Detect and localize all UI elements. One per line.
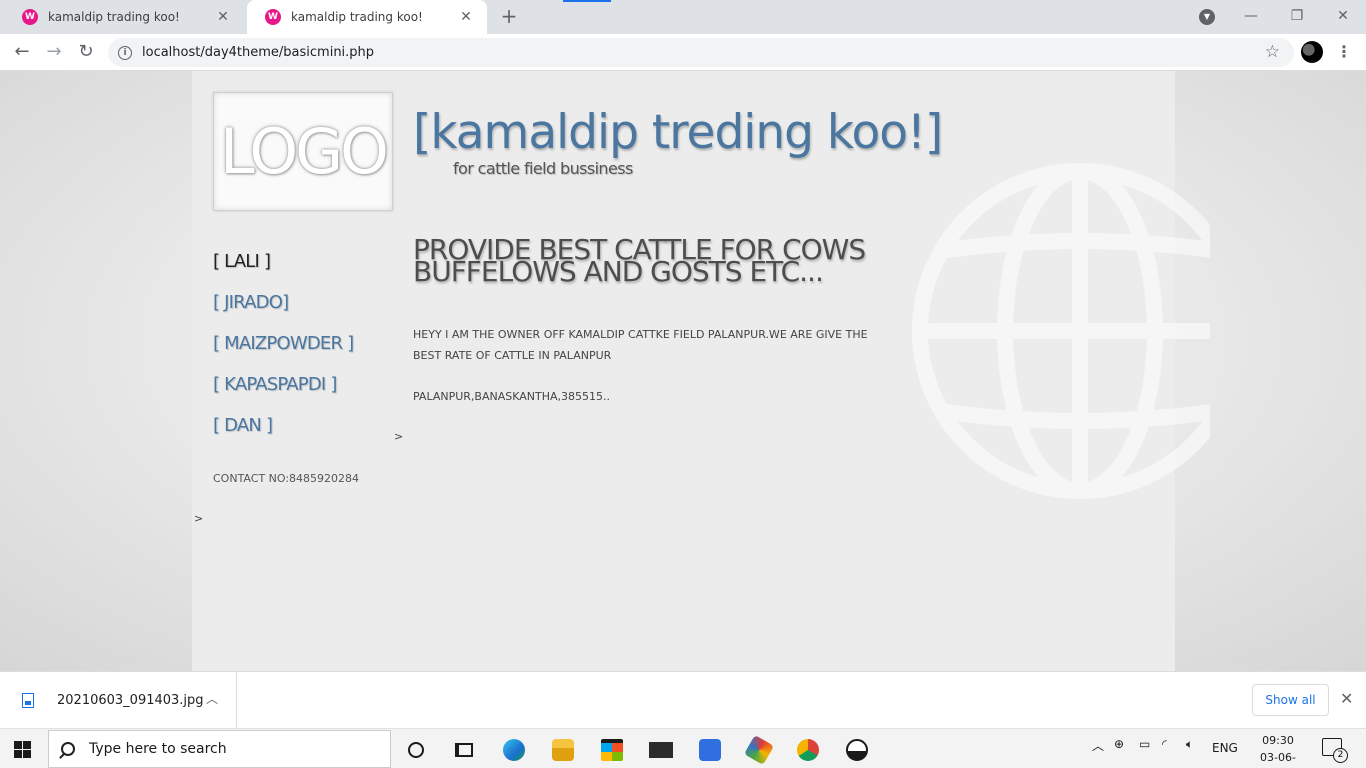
show-all-button[interactable]: Show all — [1252, 684, 1329, 716]
download-item[interactable]: 20210603_091403.jpg ︿ — [0, 672, 237, 728]
profile-avatar-icon[interactable] — [1301, 41, 1323, 63]
restore-icon[interactable]: ❐ — [1274, 4, 1320, 28]
intro-paragraph: HEYY I AM THE OWNER OFF KAMALDIP CATTKE … — [413, 328, 868, 362]
globe-watermark-icon — [912, 163, 1210, 499]
wamp-favicon-icon: W — [22, 9, 38, 25]
menu-item-jirado[interactable]: [ JIRADO] — [213, 292, 289, 313]
tab-title: kamaldip trading koo! — [291, 10, 423, 24]
stray-marker: > — [394, 430, 404, 443]
file-explorer-icon[interactable] — [543, 733, 583, 767]
url-text[interactable]: localhost/day4theme/basicmini.php — [142, 45, 374, 60]
store-icon[interactable] — [592, 733, 632, 767]
tab-title: kamaldip trading koo! — [48, 10, 180, 24]
windows-taskbar: Type here to search ︿ ⊕ ▭ ◜ 🔈︎ ENG 09:30… — [0, 728, 1366, 768]
close-tab-icon[interactable]: ✕ — [214, 8, 232, 26]
close-window-icon[interactable]: ✕ — [1320, 4, 1366, 28]
browser-tab-2[interactable]: W kamaldip trading koo! ✕ — [247, 0, 487, 34]
edge-icon[interactable] — [494, 733, 534, 767]
reload-icon[interactable]: ↻ — [74, 40, 98, 64]
site-logo[interactable]: LOGO — [213, 92, 393, 211]
tab-strip: W kamaldip trading koo! ✕ W kamaldip tra… — [0, 0, 1366, 34]
taskbar-search-placeholder: Type here to search — [89, 741, 227, 757]
mail-icon[interactable] — [641, 733, 681, 767]
tab-search-icon[interactable]: ▼ — [1199, 9, 1215, 25]
browser-tab-1[interactable]: W kamaldip trading koo! ✕ — [4, 0, 244, 34]
battery-icon[interactable]: ▭ — [1139, 737, 1150, 751]
logo-text: LOGO — [220, 115, 389, 188]
wifi-icon[interactable]: ◜ — [1162, 737, 1167, 751]
address-bar[interactable]: i localhost/day4theme/basicmini.php ☆ — [108, 38, 1294, 67]
site-title[interactable]: [kamaldip treding koo!] — [413, 105, 943, 160]
close-tab-icon[interactable]: ✕ — [457, 8, 475, 26]
cortana-icon[interactable] — [396, 733, 436, 767]
taskbar-clock[interactable]: 09:30 03-06-2021 — [1248, 732, 1308, 768]
chrome-icon[interactable] — [788, 733, 828, 767]
browser-toolbar: ← → ↻ i localhost/day4theme/basicmini.ph… — [0, 34, 1366, 71]
clock-date: 03-06-2021 — [1260, 751, 1296, 764]
back-icon[interactable]: ← — [10, 40, 34, 64]
taskbar-search[interactable]: Type here to search — [48, 730, 391, 768]
search-icon — [61, 742, 75, 756]
menu-item-kapaspapdi[interactable]: [ KAPASPAPDI ] — [213, 374, 337, 395]
vpn-icon[interactable]: ⊕ — [1114, 737, 1124, 751]
volume-icon[interactable]: 🔈︎ — [1186, 737, 1193, 752]
menu-item-lali[interactable]: [ LALI ] — [213, 251, 271, 272]
contact-number: CONTACT NO:8485920284 — [213, 472, 360, 485]
site-tagline: for cattle field bussiness — [453, 159, 633, 178]
wps-office-icon[interactable] — [690, 733, 730, 767]
address-paragraph: PALANPUR,BANASKANTHA,385515.. — [413, 390, 610, 403]
image-file-icon — [22, 692, 34, 708]
minimize-icon[interactable]: — — [1228, 4, 1274, 28]
stray-marker: > — [194, 512, 204, 525]
new-tab-icon[interactable]: + — [498, 6, 520, 28]
task-view-icon[interactable] — [444, 733, 484, 767]
netbeans-icon[interactable] — [739, 733, 779, 767]
download-bar: 20210603_091403.jpg ︿ Show all ✕ — [0, 671, 1366, 728]
wamp-favicon-icon: W — [265, 9, 281, 25]
menu-item-dan[interactable]: [ DAN ] — [213, 415, 273, 436]
download-file-name[interactable]: 20210603_091403.jpg — [57, 693, 204, 708]
close-download-bar-icon[interactable]: ✕ — [1340, 689, 1353, 708]
main-heading: PROVIDE BEST CATTLE FOR COWS BUFFELOWS A… — [413, 233, 866, 288]
windows-start-icon[interactable] — [14, 741, 31, 758]
site-info-icon[interactable]: i — [118, 45, 132, 60]
clock-time: 09:30 — [1262, 734, 1294, 747]
browser-menu-icon[interactable]: ⋮ — [1336, 41, 1352, 63]
forward-icon[interactable]: → — [42, 40, 66, 64]
notification-count-badge: 2 — [1333, 748, 1348, 763]
bookmark-star-icon[interactable]: ☆ — [1265, 42, 1280, 62]
chevron-up-icon[interactable]: ︿ — [206, 690, 218, 707]
menu-item-maizpowder[interactable]: [ MAIZPOWDER ] — [213, 333, 354, 354]
page-viewport: LOGO [kamaldip treding koo!] for cattle … — [0, 71, 1366, 671]
tab-drag-indicator — [563, 0, 611, 2]
show-hidden-icons-icon[interactable]: ︿ — [1092, 737, 1104, 754]
language-indicator[interactable]: ENG — [1212, 741, 1238, 755]
photos-icon[interactable] — [837, 733, 877, 767]
